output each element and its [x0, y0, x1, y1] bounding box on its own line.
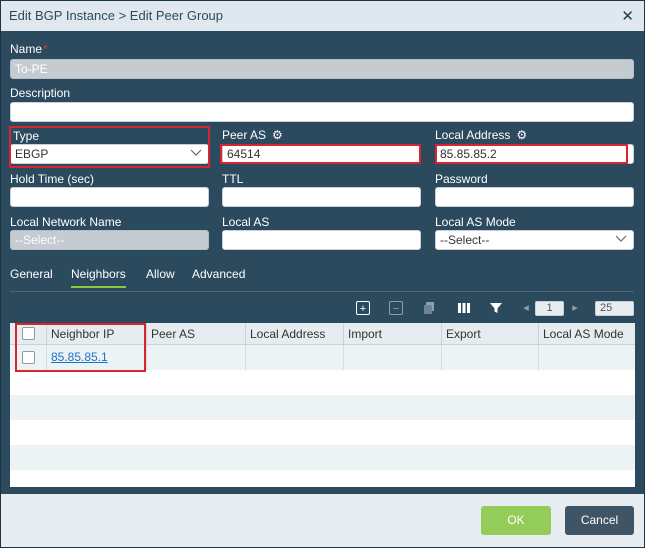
local-as-mode-value: --Select--	[440, 233, 490, 247]
type-label: Type	[13, 129, 40, 143]
column-header-peer-as[interactable]: Peer AS	[147, 323, 246, 345]
local-as-mode-label: Local AS Mode	[435, 215, 516, 229]
chevron-down-icon	[615, 235, 627, 243]
table-row-empty	[10, 445, 635, 470]
column-header-export[interactable]: Export	[442, 323, 539, 345]
tab-neighbors[interactable]: Neighbors	[71, 267, 126, 288]
type-select[interactable]: EBGP	[10, 144, 209, 164]
table-row-empty	[10, 420, 635, 445]
name-label: Name*	[10, 42, 48, 56]
column-header-local-as-mode[interactable]: Local AS Mode	[539, 323, 635, 345]
dialog-titlebar: Edit BGP Instance > Edit Peer Group ✕	[1, 1, 644, 31]
local-as-input[interactable]	[222, 230, 421, 250]
row-checkbox[interactable]	[22, 351, 35, 364]
next-page-icon[interactable]: ▸	[568, 301, 582, 315]
page-number-input[interactable]: 1	[535, 301, 564, 316]
name-input[interactable]: To-PE	[10, 59, 634, 79]
local-address-input[interactable]: 85.85.85.2	[435, 144, 634, 164]
export-cell	[442, 345, 539, 370]
columns-icon[interactable]	[457, 301, 471, 315]
table-row-empty	[10, 370, 635, 395]
import-cell	[344, 345, 442, 370]
remove-icon[interactable]: −	[389, 301, 403, 315]
column-header-import[interactable]: Import	[344, 323, 442, 345]
name-label-text: Name	[10, 42, 43, 56]
copy-icon[interactable]	[422, 301, 436, 315]
peer-as-label: Peer AS ⚙	[222, 128, 283, 142]
local-as-label: Local AS	[222, 215, 270, 229]
ttl-input[interactable]	[222, 187, 421, 207]
filter-icon[interactable]	[489, 301, 503, 315]
description-label: Description	[10, 86, 71, 100]
cancel-button[interactable]: Cancel	[565, 506, 634, 535]
local-network-name-label: Local Network Name	[10, 215, 122, 229]
required-mark: *	[43, 42, 48, 56]
peer-as-input[interactable]: 64514	[222, 144, 421, 164]
column-header-local-address[interactable]: Local Address	[246, 323, 344, 345]
column-header-neighbor-ip[interactable]: Neighbor IP	[47, 323, 147, 345]
table-row-empty	[10, 470, 635, 487]
neighbor-ip-link[interactable]: 85.85.85.1	[47, 350, 108, 364]
ttl-label: TTL	[222, 172, 244, 186]
ok-button[interactable]: OK	[481, 506, 551, 535]
type-select-value: EBGP	[15, 147, 49, 161]
add-icon[interactable]: +	[356, 301, 370, 315]
peer-as-label-text: Peer AS	[222, 128, 267, 142]
chevron-down-icon	[190, 149, 202, 157]
password-input[interactable]	[435, 187, 634, 207]
gear-icon[interactable]: ⚙	[272, 128, 283, 142]
peer-as-cell	[147, 345, 246, 370]
local-as-mode-select[interactable]: --Select--	[435, 230, 634, 250]
select-all-checkbox[interactable]	[22, 327, 35, 340]
close-icon[interactable]: ✕	[621, 7, 634, 25]
table-row-empty	[10, 395, 635, 420]
local-network-name-select[interactable]: --Select--	[10, 230, 209, 250]
local-address-label: Local Address ⚙	[435, 128, 527, 142]
hold-time-input[interactable]	[10, 187, 209, 207]
local-address-label-text: Local Address	[435, 128, 511, 142]
password-label: Password	[435, 172, 488, 186]
dialog-title: Edit BGP Instance > Edit Peer Group	[9, 8, 224, 23]
page-size-input[interactable]: 25	[595, 301, 634, 316]
table-row[interactable]: 85.85.85.1	[10, 345, 635, 370]
neighbors-table: Neighbor IP Peer AS Local Address Import…	[10, 323, 635, 487]
edit-peer-group-dialog: Edit BGP Instance > Edit Peer Group ✕ Na…	[0, 0, 645, 548]
prev-page-icon[interactable]: ◂	[519, 301, 533, 315]
tab-advanced[interactable]: Advanced	[192, 267, 245, 281]
tab-divider	[10, 291, 634, 292]
gear-icon[interactable]: ⚙	[516, 128, 527, 142]
tab-general[interactable]: General	[10, 267, 53, 281]
row-select-cell	[10, 345, 47, 370]
select-all-cell	[10, 323, 47, 345]
dialog-footer: OK Cancel	[1, 494, 644, 547]
tab-allow[interactable]: Allow	[146, 267, 175, 281]
local-as-mode-cell	[539, 345, 635, 370]
description-input[interactable]	[10, 102, 634, 122]
neighbor-ip-cell: 85.85.85.1	[47, 345, 147, 370]
table-header: Neighbor IP Peer AS Local Address Import…	[10, 323, 635, 345]
local-address-cell	[246, 345, 344, 370]
hold-time-label: Hold Time (sec)	[10, 172, 95, 186]
